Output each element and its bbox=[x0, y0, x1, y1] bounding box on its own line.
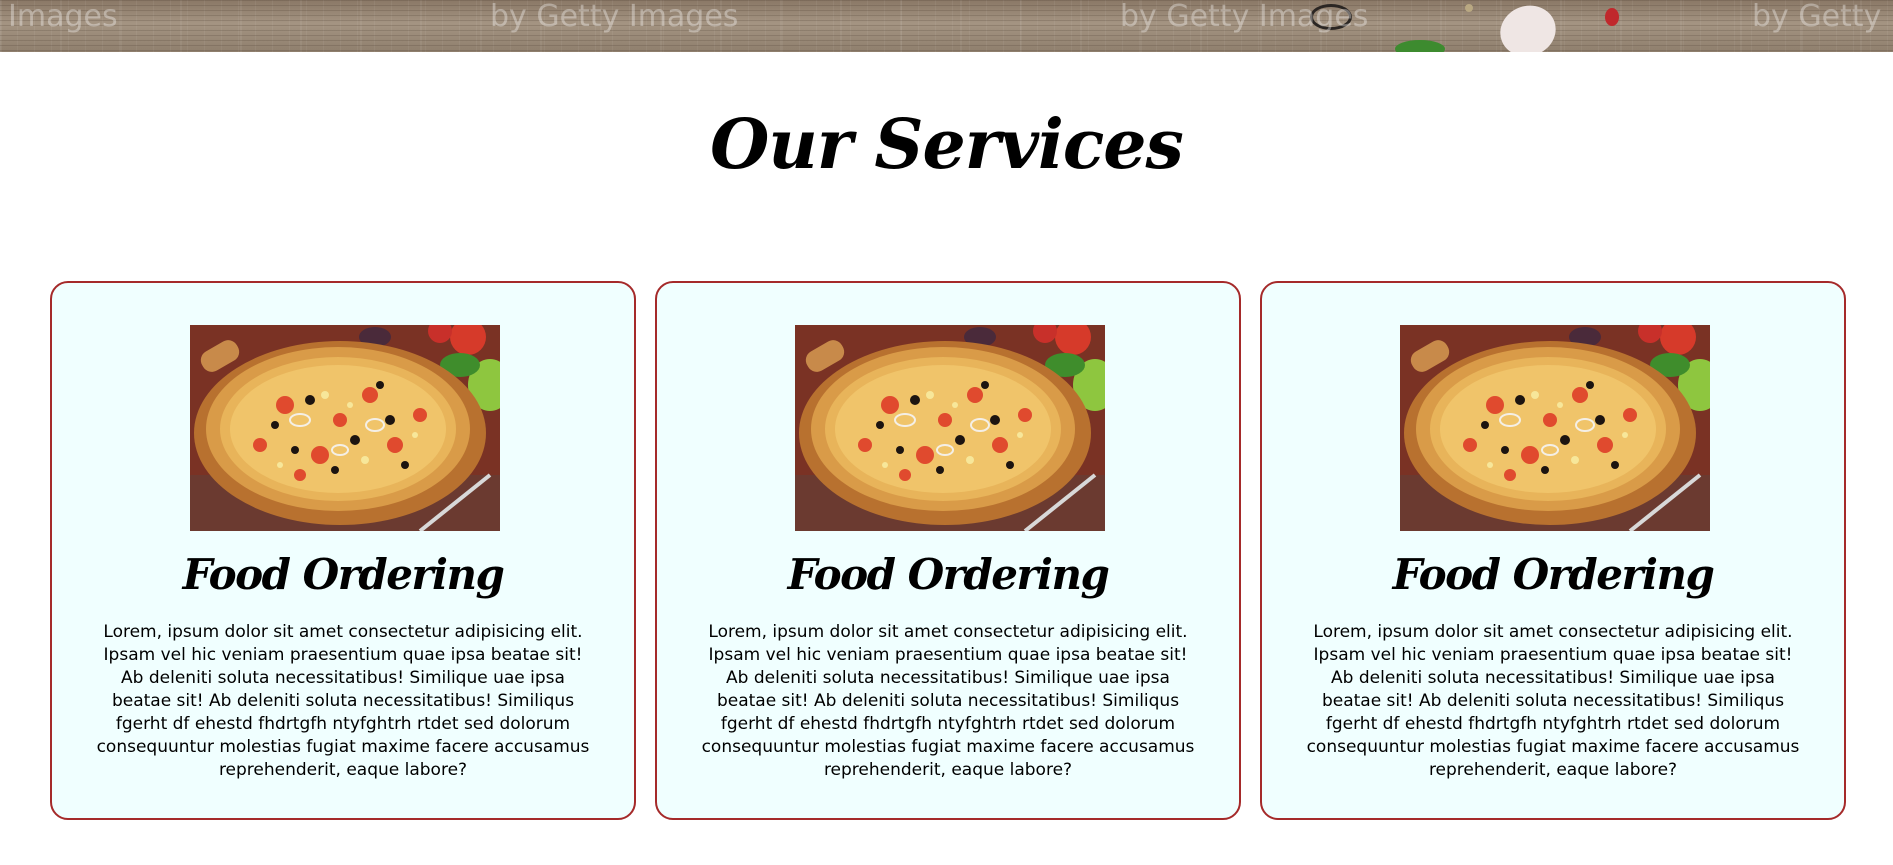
chili-decoration bbox=[1605, 8, 1619, 26]
services-grid: Food Ordering Lorem, ipsum dolor sit ame… bbox=[50, 281, 1848, 824]
section-title: Our Services bbox=[710, 105, 1184, 185]
card-title: Food Ordering bbox=[1392, 550, 1715, 599]
service-card: Food Ordering Lorem, ipsum dolor sit ame… bbox=[50, 281, 636, 820]
herb-decoration bbox=[1395, 40, 1445, 52]
pizza-image bbox=[795, 325, 1105, 531]
seed-decoration bbox=[1465, 4, 1473, 12]
card-description: Lorem, ipsum dolor sit amet consectetur … bbox=[701, 622, 1195, 780]
card-description: Lorem, ipsum dolor sit amet consectetur … bbox=[96, 622, 590, 780]
watermark-text: Images bbox=[8, 0, 118, 34]
service-card: Food Ordering Lorem, ipsum dolor sit ame… bbox=[1260, 281, 1846, 820]
card-title: Food Ordering bbox=[182, 550, 505, 599]
pizza-image bbox=[1400, 325, 1710, 531]
watermark-text: by Getty Images bbox=[490, 0, 739, 34]
watermark-text: by Getty bbox=[1752, 0, 1882, 34]
card-title: Food Ordering bbox=[787, 550, 1110, 599]
hero-banner-image: Images by Getty Images by Getty Images b… bbox=[0, 0, 1893, 52]
card-description: Lorem, ipsum dolor sit amet consectetur … bbox=[1306, 622, 1800, 780]
watermark-text: by Getty Images bbox=[1120, 0, 1369, 34]
service-card: Food Ordering Lorem, ipsum dolor sit ame… bbox=[655, 281, 1241, 820]
pizza-image bbox=[190, 325, 500, 531]
